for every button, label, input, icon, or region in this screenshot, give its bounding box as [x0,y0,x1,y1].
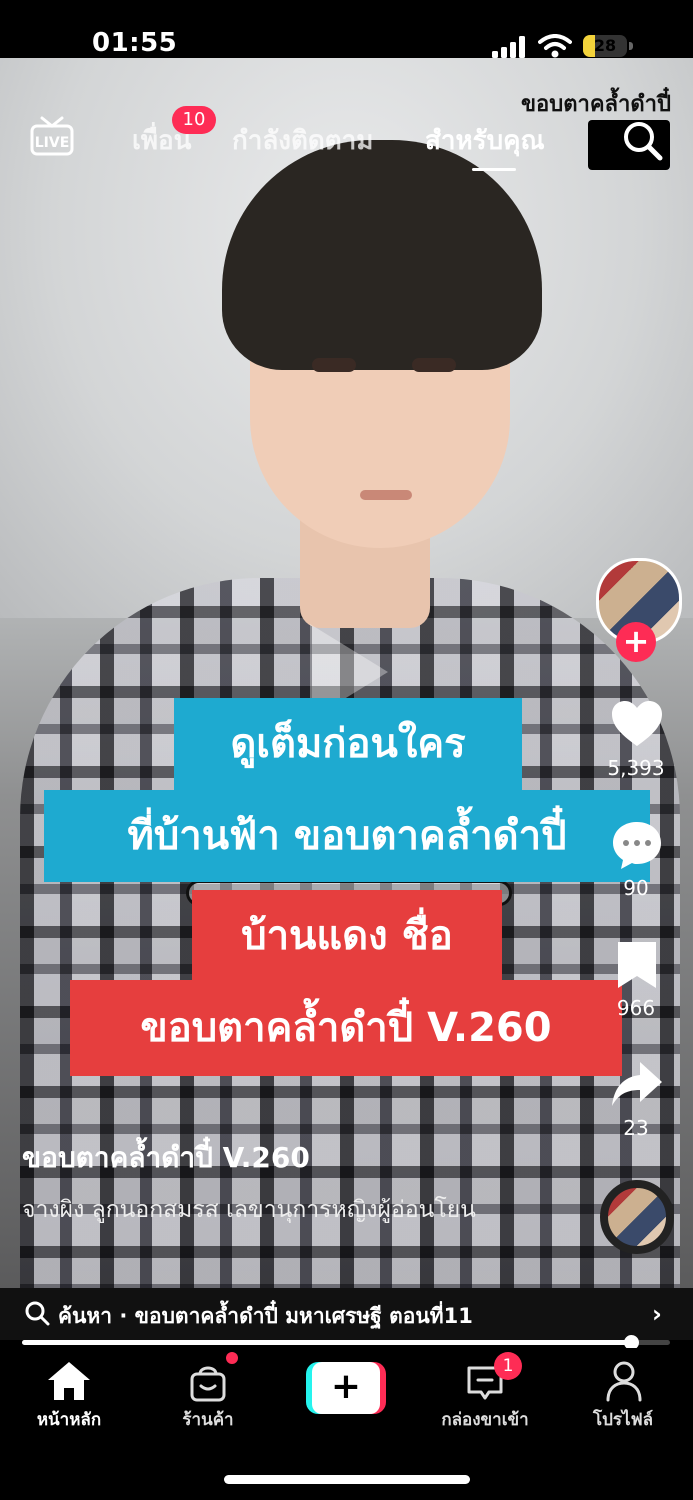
caption-line-3: บ้านแดง ชื่อ [192,890,502,982]
video-progress-bar[interactable] [22,1335,670,1350]
inbox-badge: 1 [494,1352,522,1380]
share-icon[interactable] [610,1058,664,1112]
tab-for-you[interactable]: สำหรับคุณ [425,120,545,161]
chevron-right-icon[interactable]: › [652,1300,662,1328]
create-button[interactable]: + [306,1362,386,1414]
home-icon[interactable] [46,1360,92,1402]
svg-text:LIVE: LIVE [35,135,70,151]
follow-button[interactable]: + [616,622,656,662]
comment-count: 90 [623,876,649,900]
tab-shop[interactable]: ร้านค้า [148,1406,268,1433]
search-icon [25,1301,50,1326]
share-count: 23 [623,1116,649,1140]
music-disc-icon[interactable] [600,1180,674,1254]
video-subject-eye [412,358,456,372]
tab-profile[interactable]: โปรไฟล์ [563,1406,683,1433]
like-count: 5,393 [607,756,665,780]
caption-line-1: ดูเต็มก่อนใคร [174,698,522,790]
shop-bag-icon[interactable] [188,1362,228,1402]
battery-indicator: 28 [583,35,627,57]
live-icon[interactable]: LIVE [30,116,74,156]
video-subject-mouth [360,490,412,500]
heart-icon[interactable] [610,698,664,752]
tab-following[interactable]: กำลังติดตาม [232,120,373,161]
tab-inbox[interactable]: กล่องขาเข้า [425,1406,545,1433]
active-tab-underline [472,168,516,171]
caption-line-2: ที่บ้านฟ้า ขอบตาคล้ำดำปี๋ [44,790,650,882]
wifi-icon [538,34,572,58]
video-subject-eye [312,358,356,372]
comment-icon[interactable] [610,818,664,872]
video-description[interactable]: จางผิง ลูกนอกสมรส เลขานุการหญิงผู้อ่อนโย… [22,1192,522,1228]
caption-line-4: ขอบตาคล้ำดำปี๋ V.260 [70,980,622,1076]
friends-badge: 10 [172,106,216,134]
video-title[interactable]: ขอบตาคล้ำดำปี๋ V.260 [22,1136,310,1180]
status-time: 01:55 [92,28,178,58]
home-indicator [224,1475,470,1484]
video-player[interactable] [0,58,693,1288]
video-progress-fill [22,1340,632,1345]
tab-home[interactable]: หน้าหลัก [9,1406,129,1433]
battery-percent: 28 [593,36,617,55]
profile-icon[interactable] [605,1360,643,1402]
search-icon[interactable] [618,116,666,164]
search-suggestion-text[interactable]: ค้นหา · ขอบตาคล้ำดำปี๋ มหาเศรษฐี ตอนที่1… [58,1300,473,1333]
save-count: 966 [616,996,656,1020]
plus-icon: + [312,1362,380,1414]
battery-cap [629,42,633,50]
cellular-signal-icon [492,36,525,58]
bookmark-icon[interactable] [610,938,664,992]
shop-notification-dot [226,1352,238,1364]
